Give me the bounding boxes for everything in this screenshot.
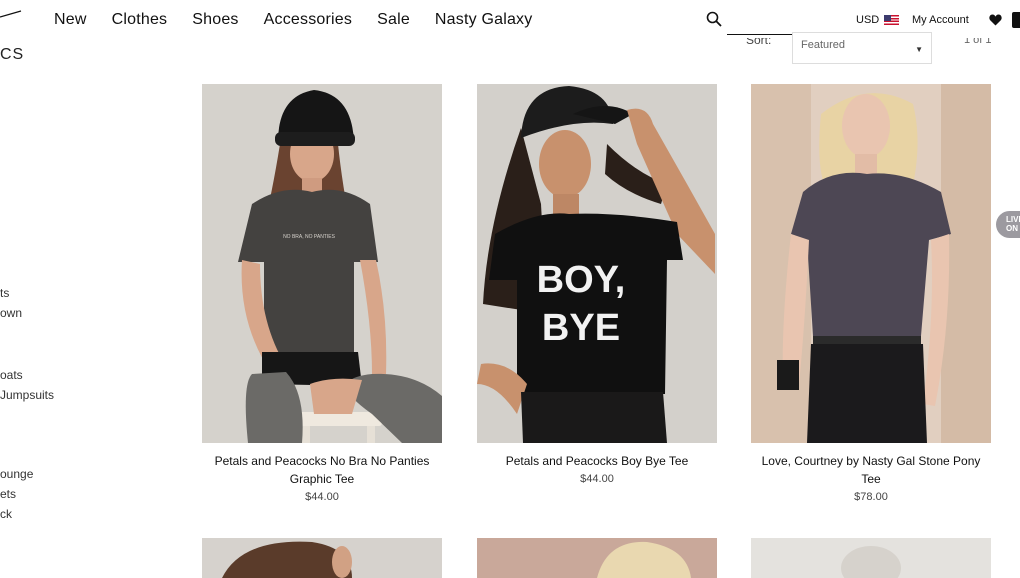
product-image[interactable]: BOY, BYE [477, 84, 717, 443]
product-image[interactable] [202, 538, 442, 578]
chevron-down-icon: ▼ [915, 45, 923, 54]
product-name[interactable]: Petals and Peacocks No Bra No Panties Gr… [202, 452, 442, 488]
sidebar-item[interactable]: oats [0, 368, 23, 382]
live-chat-button[interactable]: LIVE ON [996, 211, 1020, 238]
main-nav: New Clothes Shoes Accessories Sale Nasty… [54, 11, 557, 29]
currency-selector[interactable]: USD [856, 14, 900, 26]
nav-item-new[interactable]: New [54, 11, 87, 29]
us-flag-icon [884, 15, 900, 25]
sort-dropdown[interactable]: Featured ▼ [792, 32, 932, 64]
svg-text:BYE: BYE [542, 307, 620, 349]
sidebar-item[interactable]: ounge [0, 467, 33, 481]
sidebar-item[interactable]: ts [0, 286, 9, 300]
nav-item-sale[interactable]: Sale [377, 11, 410, 29]
svg-text:BOY,: BOY, [537, 259, 626, 301]
shirt-print-text: NO BRA, NO PANTIES [283, 234, 336, 240]
product-image[interactable] [751, 538, 991, 578]
product-price: $78.00 [854, 491, 888, 503]
shopping-bag-icon[interactable] [1012, 12, 1020, 28]
product-name[interactable]: Petals and Peacocks Boy Bye Tee [477, 452, 717, 470]
heart-icon[interactable] [989, 14, 1002, 26]
product-image[interactable] [751, 84, 991, 443]
nav-item-accessories[interactable]: Accessories [264, 11, 352, 29]
sort-label: Sort: [746, 38, 772, 46]
page-indicator: 1 of 1 [964, 38, 992, 46]
sidebar-item[interactable]: own [0, 306, 22, 320]
search-icon[interactable] [706, 11, 722, 27]
product-info: Love, Courtney by Nasty Gal Stone Pony T… [751, 452, 991, 506]
sidebar-item[interactable]: ck [0, 507, 12, 521]
product-name[interactable]: Love, Courtney by Nasty Gal Stone Pony T… [751, 452, 991, 488]
product-price: $44.00 [305, 491, 339, 503]
logo-icon[interactable] [0, 10, 22, 18]
sidebar-item[interactable]: ets [0, 487, 16, 501]
category-heading: CS [0, 46, 25, 63]
product-image[interactable]: NO BRA, NO PANTIES [202, 84, 442, 443]
product-price: $44.00 [580, 473, 614, 485]
nav-item-nasty-galaxy[interactable]: Nasty Galaxy [435, 11, 533, 29]
my-account-link[interactable]: My Account [912, 14, 969, 26]
product-info: Petals and Peacocks Boy Bye Tee $44.00 [477, 452, 717, 488]
nav-item-clothes[interactable]: Clothes [112, 11, 168, 29]
currency-label: USD [856, 14, 880, 26]
sidebar-item-jumpsuits[interactable]: Jumpsuits [0, 388, 54, 402]
product-image[interactable] [477, 538, 717, 578]
sort-selected-value: Featured [801, 39, 846, 51]
nav-item-shoes[interactable]: Shoes [192, 11, 238, 29]
product-info: Petals and Peacocks No Bra No Panties Gr… [202, 452, 442, 506]
